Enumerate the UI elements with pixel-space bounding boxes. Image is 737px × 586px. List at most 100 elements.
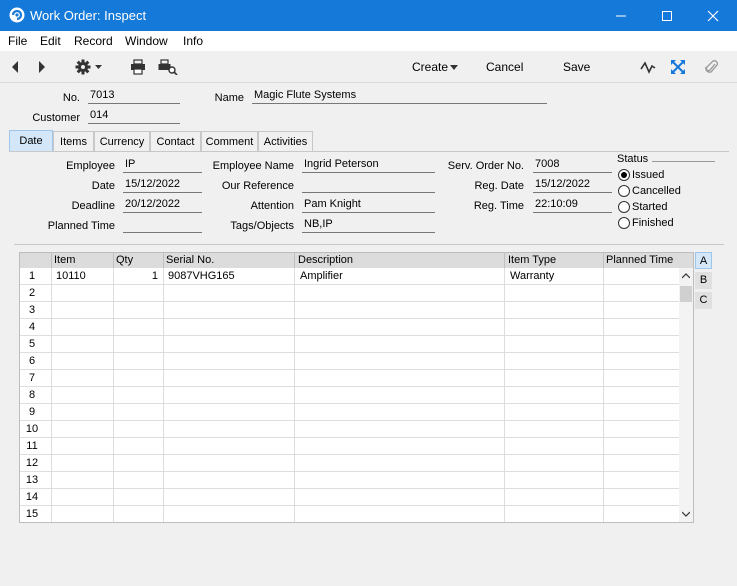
table-row[interactable]: 4 xyxy=(20,319,679,336)
table-row[interactable]: 8 xyxy=(20,387,679,404)
status-option-issued[interactable]: Issued xyxy=(618,168,718,182)
tab-items[interactable]: Items xyxy=(53,131,94,152)
activity-button[interactable] xyxy=(640,59,656,75)
row-number: 4 xyxy=(28,321,36,333)
grid-tab-b[interactable]: B xyxy=(695,272,712,289)
grid-scrollbar[interactable] xyxy=(679,268,693,522)
tab-activities[interactable]: Activities xyxy=(258,131,313,152)
employee-label: Employee xyxy=(66,160,115,172)
deadline-label: Deadline xyxy=(71,200,115,212)
status-option-label: Finished xyxy=(632,217,674,229)
table-row[interactable]: 6 xyxy=(20,353,679,370)
deadline-field[interactable]: 20/12/2022 xyxy=(123,198,202,213)
customer-field[interactable]: 014 xyxy=(88,109,180,124)
column-header-serial-no[interactable]: Serial No. xyxy=(166,254,214,266)
cell-qty[interactable]: 1 xyxy=(116,270,158,282)
status-option-cancelled[interactable]: Cancelled xyxy=(618,184,718,198)
table-row[interactable]: 2 xyxy=(20,285,679,302)
activity-pulse-icon xyxy=(640,61,656,74)
grid-header: Item Qty Serial No. Description Item Typ… xyxy=(20,253,693,268)
save-button[interactable]: Save xyxy=(563,60,590,74)
operations-menu-button[interactable] xyxy=(75,59,105,75)
scroll-up-icon[interactable] xyxy=(682,273,690,279)
our-reference-label: Our Reference xyxy=(221,180,294,192)
table-row[interactable]: 3 xyxy=(20,302,679,319)
column-header-planned-time[interactable]: Planned Time xyxy=(606,254,673,266)
our-reference-field[interactable] xyxy=(302,178,435,193)
attention-field[interactable]: Pam Knight xyxy=(302,198,435,213)
tags-objects-field[interactable]: NB,IP xyxy=(302,218,435,233)
table-row[interactable]: 10 xyxy=(20,421,679,438)
radio-icon xyxy=(618,201,630,213)
column-header-qty[interactable]: Qty xyxy=(116,254,133,266)
close-button[interactable] xyxy=(690,0,736,31)
expand-button[interactable] xyxy=(670,59,686,75)
items-grid[interactable]: Item Qty Serial No. Description Item Typ… xyxy=(19,252,694,523)
employee-name-field[interactable]: Ingrid Peterson xyxy=(302,158,435,173)
reg-date-field[interactable]: 15/12/2022 xyxy=(533,178,612,193)
window-title: Work Order: Inspect xyxy=(30,8,147,23)
table-row[interactable]: 5 xyxy=(20,336,679,353)
next-record-button[interactable] xyxy=(37,59,47,75)
table-row[interactable]: 15 xyxy=(20,506,679,523)
maximize-button[interactable] xyxy=(644,0,690,31)
status-group-line xyxy=(652,161,715,162)
row-number: 8 xyxy=(28,389,36,401)
column-header-item[interactable]: Item xyxy=(54,254,75,266)
serv-order-no-field[interactable]: 7008 xyxy=(533,158,612,173)
tab-date[interactable]: Date xyxy=(9,130,53,152)
table-row[interactable]: 9 xyxy=(20,404,679,421)
cell-serial-no[interactable]: 9087VHG165 xyxy=(168,270,235,282)
date-field[interactable]: 15/12/2022 xyxy=(123,178,202,193)
row-number: 11 xyxy=(26,440,38,452)
print-preview-button[interactable] xyxy=(158,59,178,75)
close-icon xyxy=(707,10,719,21)
row-number: 15 xyxy=(25,508,39,520)
table-row[interactable]: 12 xyxy=(20,455,679,472)
tab-currency[interactable]: Currency xyxy=(94,131,150,152)
scrollbar-thumb[interactable] xyxy=(680,286,692,302)
menu-record[interactable]: Record xyxy=(74,34,113,48)
cell-item[interactable]: 10110 xyxy=(56,270,86,282)
menu-edit[interactable]: Edit xyxy=(40,34,61,48)
table-row[interactable]: 11 xyxy=(20,438,679,455)
grid-tab-a[interactable]: A xyxy=(695,252,712,269)
table-row[interactable]: 7 xyxy=(20,370,679,387)
planned-time-field[interactable] xyxy=(123,218,202,233)
status-option-started[interactable]: Started xyxy=(618,200,718,214)
cell-description[interactable]: Amplifier xyxy=(300,270,343,282)
row-number: 9 xyxy=(28,406,36,418)
create-dropdown-icon[interactable] xyxy=(450,65,459,71)
status-option-finished[interactable]: Finished xyxy=(618,216,718,230)
table-row[interactable]: 1 10110 1 9087VHG165 Amplifier Warranty xyxy=(20,268,679,285)
table-row[interactable]: 14 xyxy=(20,489,679,506)
menu-info[interactable]: Info xyxy=(183,34,203,48)
column-header-item-type[interactable]: Item Type xyxy=(508,254,556,266)
row-number: 13 xyxy=(25,474,39,486)
reg-time-label: Reg. Time xyxy=(473,200,524,212)
print-button[interactable] xyxy=(130,59,146,75)
create-button[interactable]: Create xyxy=(412,60,448,74)
scroll-down-icon[interactable] xyxy=(682,511,690,517)
tab-contact[interactable]: Contact xyxy=(150,131,201,152)
no-field[interactable]: 7013 xyxy=(88,89,180,104)
menu-file[interactable]: File xyxy=(8,34,27,48)
radio-selected-icon xyxy=(618,169,630,181)
row-number: 10 xyxy=(25,423,39,435)
paperclip-icon xyxy=(705,60,718,73)
column-header-description[interactable]: Description xyxy=(298,254,353,266)
tags-objects-label: Tags/Objects xyxy=(230,220,294,232)
menu-window[interactable]: Window xyxy=(125,34,168,48)
previous-record-button[interactable] xyxy=(10,59,20,75)
tab-comment[interactable]: Comment xyxy=(201,131,258,152)
employee-field[interactable]: IP xyxy=(123,158,202,173)
minimize-button[interactable] xyxy=(598,0,644,31)
row-number: 14 xyxy=(25,491,39,503)
table-row[interactable]: 13 xyxy=(20,472,679,489)
cell-item-type[interactable]: Warranty xyxy=(510,270,554,282)
cancel-button[interactable]: Cancel xyxy=(486,60,523,74)
attachments-button[interactable] xyxy=(705,59,719,75)
name-field[interactable]: Magic Flute Systems xyxy=(252,89,547,104)
grid-tab-c[interactable]: C xyxy=(695,292,712,309)
reg-time-field[interactable]: 22:10:09 xyxy=(533,198,612,213)
